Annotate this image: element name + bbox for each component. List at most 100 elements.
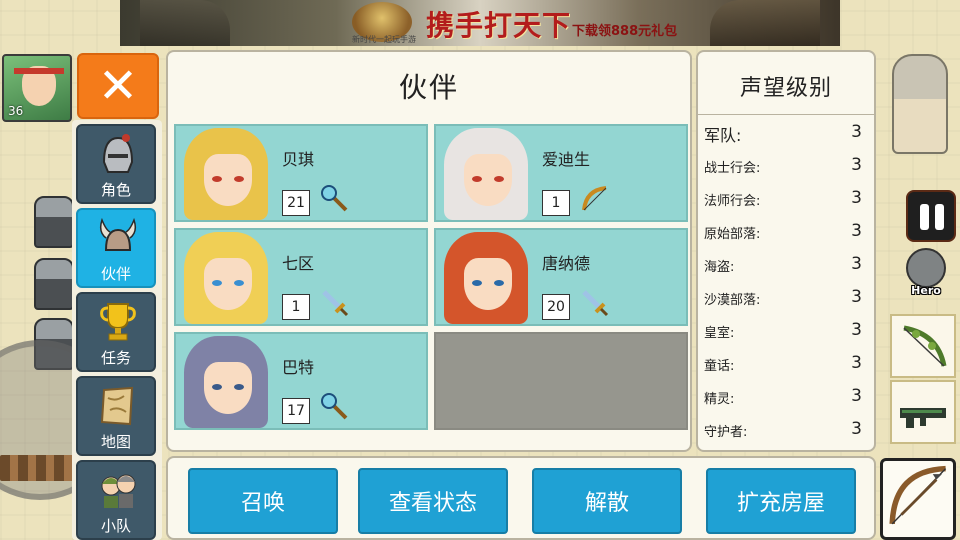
panel-title: 伙伴 [398, 71, 459, 104]
partner-card[interactable]: 巴特 17 [174, 332, 428, 430]
banner-slogan: 携手打天下 [426, 9, 572, 42]
dismiss-button[interactable]: 解散 [532, 468, 682, 534]
reputation-label: 军队: [704, 126, 742, 145]
wooden-fence [0, 455, 80, 481]
equip-slot-gun[interactable] [890, 380, 956, 444]
partner-card[interactable]: 贝琪 21 [174, 124, 428, 222]
reputation-label: 沙漠部落: [704, 293, 761, 308]
player-level: 36 [8, 104, 24, 118]
reputation-value: 3 [851, 188, 862, 208]
pause-icon [920, 204, 929, 230]
vine-bow-icon [903, 325, 947, 367]
tab-label: 地图 [100, 433, 131, 451]
partner-name: 巴特 [282, 358, 315, 377]
tab-label: 角色 [100, 181, 131, 199]
view-status-button[interactable]: 查看状态 [358, 468, 508, 534]
partner-eye [234, 384, 244, 390]
ad-banner[interactable]: 新时代一起玩手游 携手打天下 下载领888元礼包 [120, 0, 840, 46]
summon-button[interactable]: 召唤 [188, 468, 338, 534]
map-scroll-icon [100, 386, 134, 426]
partner-card[interactable]: 唐纳德 20 [434, 228, 688, 326]
reputation-label: 战士行会: [704, 161, 761, 176]
knight-sprite [34, 258, 74, 310]
pause-button[interactable] [906, 190, 956, 242]
partner-portrait [180, 336, 272, 428]
reputation-row: 战士行会: 3 [704, 151, 862, 181]
tab-quest[interactable]: 任务 [76, 292, 156, 372]
tab-label: 任务 [100, 349, 131, 367]
partner-eye [234, 176, 244, 182]
pause-icon [935, 204, 944, 230]
horned-helmet-icon [99, 217, 137, 251]
party-icon [101, 474, 136, 508]
reputation-row: 童话: 3 [704, 349, 862, 379]
close-x-icon: ✕ [97, 58, 139, 114]
partner-level: 21 [282, 190, 310, 216]
partner-eye [472, 176, 482, 182]
reputation-row: 原始部落: 3 [704, 217, 862, 247]
empty-partner-slot[interactable] [434, 332, 688, 430]
reputation-label: 原始部落: [704, 227, 761, 242]
equip-slot-bow[interactable] [890, 314, 956, 378]
tab-character[interactable]: 角色 [76, 124, 156, 204]
npc-knight-sprite [892, 54, 948, 154]
staff-icon [321, 185, 348, 212]
partner-name: 七区 [282, 254, 315, 273]
partner-name: 贝琪 [282, 150, 315, 169]
rifle-icon [900, 408, 946, 428]
partner-level: 1 [542, 190, 570, 216]
partner-eye [212, 384, 222, 390]
partner-eye [212, 176, 222, 182]
bow-icon [582, 186, 607, 211]
player-portrait[interactable]: 36 [2, 54, 72, 122]
staff-icon [321, 393, 348, 420]
hero-sprite[interactable]: Hero [898, 248, 954, 316]
reputation-label: 皇室: [704, 326, 735, 341]
reputation-row: 沙漠部落: 3 [704, 283, 862, 313]
tab-party[interactable]: 小队 [76, 460, 156, 540]
partner-level: 17 [282, 398, 310, 424]
reputation-label: 法师行会: [704, 194, 761, 209]
partner-level: 1 [282, 294, 310, 320]
partner-card[interactable]: 爱迪生 1 [434, 124, 688, 222]
tab-partner[interactable]: 伙伴 [76, 208, 156, 288]
partner-face [204, 362, 252, 414]
helmet-icon [102, 134, 134, 173]
banner-logo-subtext: 新时代一起玩手游 [352, 35, 416, 44]
reputation-panel: 声望级别 军队: 3 战士行会: 3 法师行会: 3 原始部落: 3 海盗: 3… [696, 50, 876, 452]
reputation-value: 3 [851, 353, 862, 373]
sword-icon [582, 290, 609, 317]
tab-map[interactable]: 地图 [76, 376, 156, 456]
partner-level: 20 [542, 294, 570, 320]
menu-tabs: 角色 伙伴 任务 地图 小队 [72, 120, 162, 540]
partner-name: 唐纳德 [542, 254, 591, 273]
partner-eye [494, 176, 504, 182]
partner-eye [234, 280, 244, 286]
reputation-value: 3 [851, 221, 862, 241]
tab-label: 小队 [100, 517, 131, 535]
trophy-icon [100, 303, 136, 341]
partner-face [464, 258, 512, 310]
partner-panel: 伙伴 贝琪 21 爱迪生 1 七区 1 唐纳德 20 巴特 17 [166, 50, 692, 452]
attack-bow-button[interactable] [880, 458, 956, 540]
action-bar: 召唤 查看状态 解散 扩充房屋 [166, 456, 876, 540]
partner-eye [472, 280, 482, 286]
partner-portrait [180, 232, 272, 324]
close-button[interactable]: ✕ [77, 53, 159, 119]
reputation-label: 守护者: [704, 425, 748, 440]
right-hud: Hero [880, 48, 960, 540]
reputation-value: 3 [851, 419, 862, 439]
reputation-value: 3 [851, 122, 862, 142]
reputation-label: 海盗: [704, 260, 735, 275]
expand-house-button[interactable]: 扩充房屋 [706, 468, 856, 534]
hero-helmet [906, 248, 946, 288]
partner-card[interactable]: 七区 1 [174, 228, 428, 326]
tab-label: 伙伴 [100, 265, 131, 283]
reputation-row: 军队: 3 [704, 118, 862, 148]
partner-eye [494, 280, 504, 286]
banner-warrior-right [710, 0, 820, 46]
partner-face [204, 154, 252, 206]
reputation-title: 声望级别 [739, 76, 832, 101]
partner-face [204, 258, 252, 310]
partner-eye [212, 280, 222, 286]
